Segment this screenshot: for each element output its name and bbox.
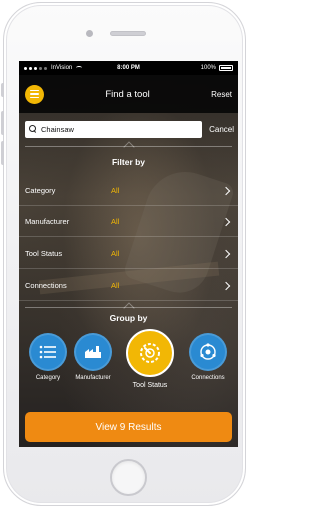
group-option-manufacturer[interactable]: Manufacturer	[71, 333, 115, 381]
reset-button[interactable]: Reset	[211, 90, 232, 99]
filter-label: Connections	[25, 281, 67, 290]
view-results-button[interactable]: View 9 Results	[25, 412, 232, 442]
list-icon	[39, 345, 56, 359]
signal-dot-icon	[34, 66, 37, 70]
battery-icon	[219, 65, 233, 71]
home-button[interactable]	[110, 459, 147, 496]
search-input[interactable]: Chainsaw	[25, 120, 203, 138]
filter-row-tool-status[interactable]: Tool Status All	[19, 239, 238, 269]
group-label: Manufacturer	[75, 375, 111, 381]
group-connections-button[interactable]	[189, 333, 227, 371]
page-title: Find a tool	[105, 88, 150, 100]
filter-row-category[interactable]: Category All	[19, 176, 238, 206]
factory-icon	[85, 346, 101, 358]
app-screen: InVision 8:00 PM 100% Find a tool Reset …	[19, 61, 238, 447]
filter-value: All	[111, 249, 120, 258]
group-option-tool-status[interactable]: Tool Status	[123, 329, 177, 389]
signal-dot-icon	[24, 66, 27, 70]
filter-value: All	[111, 217, 120, 226]
chevron-right-icon	[221, 217, 231, 226]
filter-row-manufacturer[interactable]: Manufacturer All	[19, 207, 238, 237]
group-option-connections[interactable]: Connections	[187, 333, 229, 381]
battery-status: 100%	[153, 65, 233, 71]
front-camera	[86, 30, 93, 37]
connections-icon	[200, 343, 216, 360]
filter-value: All	[111, 281, 120, 290]
filter-label: Manufacturer	[25, 217, 70, 226]
filter-label: Category	[25, 186, 56, 195]
group-option-category[interactable]: Category	[28, 333, 68, 381]
mute-switch	[1, 83, 4, 97]
filter-value: All	[111, 186, 120, 195]
signal-dot-icon	[44, 66, 47, 70]
volume-down-button	[1, 141, 4, 165]
search-icon	[29, 125, 37, 133]
status-time: 8:00 PM	[117, 65, 140, 71]
menu-icon[interactable]	[25, 84, 44, 104]
search-row: Chainsaw Cancel	[25, 120, 234, 138]
earpiece-speaker	[110, 31, 146, 36]
group-label: Category	[35, 375, 61, 381]
volume-up-button	[1, 111, 4, 135]
nav-bar: Find a tool Reset	[19, 75, 238, 113]
group-manufacturer-button[interactable]	[74, 333, 112, 371]
group-label: Tool Status	[132, 382, 168, 389]
status-bar: InVision 8:00 PM 100%	[19, 61, 238, 75]
group-category-button[interactable]	[29, 333, 67, 371]
cancel-button[interactable]: Cancel	[209, 125, 234, 134]
filter-row-connections[interactable]: Connections All	[19, 271, 238, 301]
wifi-icon	[76, 66, 83, 70]
group-tool-status-button[interactable]	[126, 329, 174, 377]
signal-dot-icon	[39, 66, 42, 70]
chevron-right-icon	[221, 186, 231, 195]
signal-dot-icon	[29, 66, 32, 70]
filter-label: Tool Status	[25, 249, 63, 258]
group-title: Group by	[109, 313, 148, 323]
battery-percent: 100%	[200, 65, 216, 71]
chevron-right-icon	[221, 249, 231, 258]
carrier-signal: InVision	[24, 65, 104, 71]
carrier-name: InVision	[51, 65, 73, 71]
group-label: Connections	[191, 375, 225, 381]
gauge-icon	[140, 343, 160, 363]
filter-title: Filter by	[111, 157, 146, 167]
phone-frame: InVision 8:00 PM 100% Find a tool Reset …	[1, 2, 246, 506]
chevron-right-icon	[221, 281, 231, 290]
search-value: Chainsaw	[41, 124, 74, 134]
